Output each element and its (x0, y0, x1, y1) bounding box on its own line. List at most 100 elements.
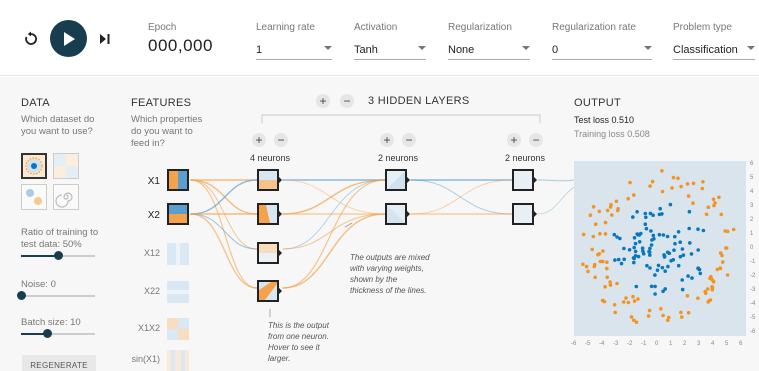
x-tick-label: 6 (739, 341, 743, 347)
data-point-orange (718, 251, 723, 255)
data-point-orange (680, 315, 684, 319)
data-point-blue (678, 240, 682, 244)
reset-button[interactable] (20, 28, 42, 50)
neuron-l1-3[interactable] (257, 242, 282, 264)
y-tick-label: 6 (750, 161, 754, 167)
data-point-blue (635, 210, 639, 214)
data-point-orange (660, 189, 665, 194)
data-point-blue (641, 249, 645, 253)
data-point-orange (717, 195, 721, 200)
remove-neuron-layer3-button[interactable]: − (529, 133, 543, 147)
x-tick-label: -5 (585, 341, 591, 347)
add-layer-button[interactable]: + (316, 94, 330, 108)
test-loss-label: Test loss (574, 115, 610, 125)
epoch-display: Epoch 000,000 (148, 22, 212, 55)
learning-rate-select[interactable]: 1 (256, 40, 332, 60)
data-point-orange (608, 283, 613, 287)
step-icon (100, 34, 110, 44)
data-point-orange (603, 285, 607, 289)
neuron-l3-1[interactable] (512, 169, 537, 191)
reset-icon (25, 31, 37, 45)
neuron-l1-1[interactable] (257, 169, 282, 191)
data-point-orange (598, 259, 603, 264)
data-point-orange (670, 186, 674, 190)
data-point-orange (581, 262, 585, 267)
data-point-orange (724, 246, 728, 250)
data-point-orange (603, 232, 608, 236)
neuron-l2-1[interactable] (385, 169, 410, 191)
data-point-blue (669, 259, 673, 263)
data-point-blue (634, 284, 639, 289)
step-button[interactable] (96, 30, 114, 48)
data-point-blue (696, 266, 701, 270)
test-loss-value: 0.510 (611, 115, 635, 125)
x-tick-label: 3 (697, 341, 701, 347)
output-title: OUTPUT (574, 97, 622, 109)
neuron-l1-4[interactable] (257, 280, 282, 302)
neuron-l1-2-heatmap (259, 205, 277, 223)
activation-select[interactable]: Tanh (354, 40, 426, 60)
data-point-orange (725, 229, 730, 234)
data-point-blue (636, 254, 641, 259)
x-tick-label: -6 (571, 341, 577, 347)
y-tick-label: 5 (750, 175, 754, 181)
data-point-orange (605, 275, 609, 280)
neuron-l1-4-heatmap (259, 282, 277, 300)
data-point-blue (687, 226, 691, 231)
data-point-orange (628, 180, 632, 185)
data-point-blue (696, 248, 700, 252)
data-point-orange (731, 227, 736, 232)
output-heatmap[interactable] (574, 161, 746, 336)
layer2-neuron-count: 2 neurons (377, 153, 419, 163)
remove-neuron-layer1-button[interactable]: − (274, 133, 288, 147)
data-point-blue (633, 241, 638, 246)
add-neuron-layer3-button[interactable]: + (507, 133, 521, 147)
add-neuron-layer2-button[interactable]: + (380, 133, 394, 147)
data-point-blue (627, 248, 632, 252)
data-point-blue (667, 251, 672, 256)
chevron-down-icon (747, 46, 755, 50)
remove-layer-button[interactable]: − (340, 94, 354, 108)
data-point-orange (709, 274, 713, 279)
y-tick-label: 3 (750, 203, 754, 209)
data-point-blue (680, 287, 685, 292)
data-point-orange (686, 311, 691, 315)
data-point-blue (676, 230, 681, 234)
neuron-l3-2[interactable] (512, 203, 537, 225)
problem-type-select[interactable]: Classification (673, 40, 755, 60)
data-point-orange (632, 193, 636, 197)
data-point-orange (608, 280, 612, 284)
data-point-orange (626, 300, 631, 305)
remove-neuron-layer2-button[interactable]: − (402, 133, 416, 147)
neuron-l1-2[interactable] (257, 203, 282, 225)
data-point-blue (648, 266, 652, 270)
data-point-blue (663, 269, 667, 273)
data-point-orange (584, 264, 589, 269)
data-point-orange (721, 260, 725, 264)
data-point-orange (679, 310, 683, 315)
regularization-select[interactable]: None (448, 40, 530, 60)
play-button[interactable] (50, 20, 87, 57)
data-point-blue (655, 268, 660, 272)
add-neuron-layer1-button[interactable]: + (252, 133, 266, 147)
learning-rate-value: 1 (256, 44, 263, 56)
data-point-orange (685, 294, 690, 298)
regularization-rate-field: Regularization rate 0 (552, 22, 652, 60)
data-point-orange (715, 267, 720, 272)
data-point-blue (665, 234, 670, 239)
x-tick-label: -3 (613, 341, 619, 347)
data-point-orange (596, 252, 600, 257)
data-point-blue (653, 273, 657, 277)
top-controls: Epoch 000,000 Learning rate 1 Activation… (0, 0, 759, 76)
data-point-orange (632, 299, 637, 303)
data-point-blue (680, 247, 685, 251)
data-point-orange (586, 269, 590, 274)
regularization-rate-select[interactable]: 0 (552, 40, 652, 60)
problem-type-label: Problem type (673, 22, 732, 33)
data-point-blue (689, 252, 694, 256)
activation-value: Tanh (354, 44, 378, 56)
data-point-orange (696, 296, 700, 300)
data-point-orange (631, 294, 635, 299)
data-point-blue (668, 202, 673, 207)
neuron-l2-2[interactable] (385, 203, 410, 225)
